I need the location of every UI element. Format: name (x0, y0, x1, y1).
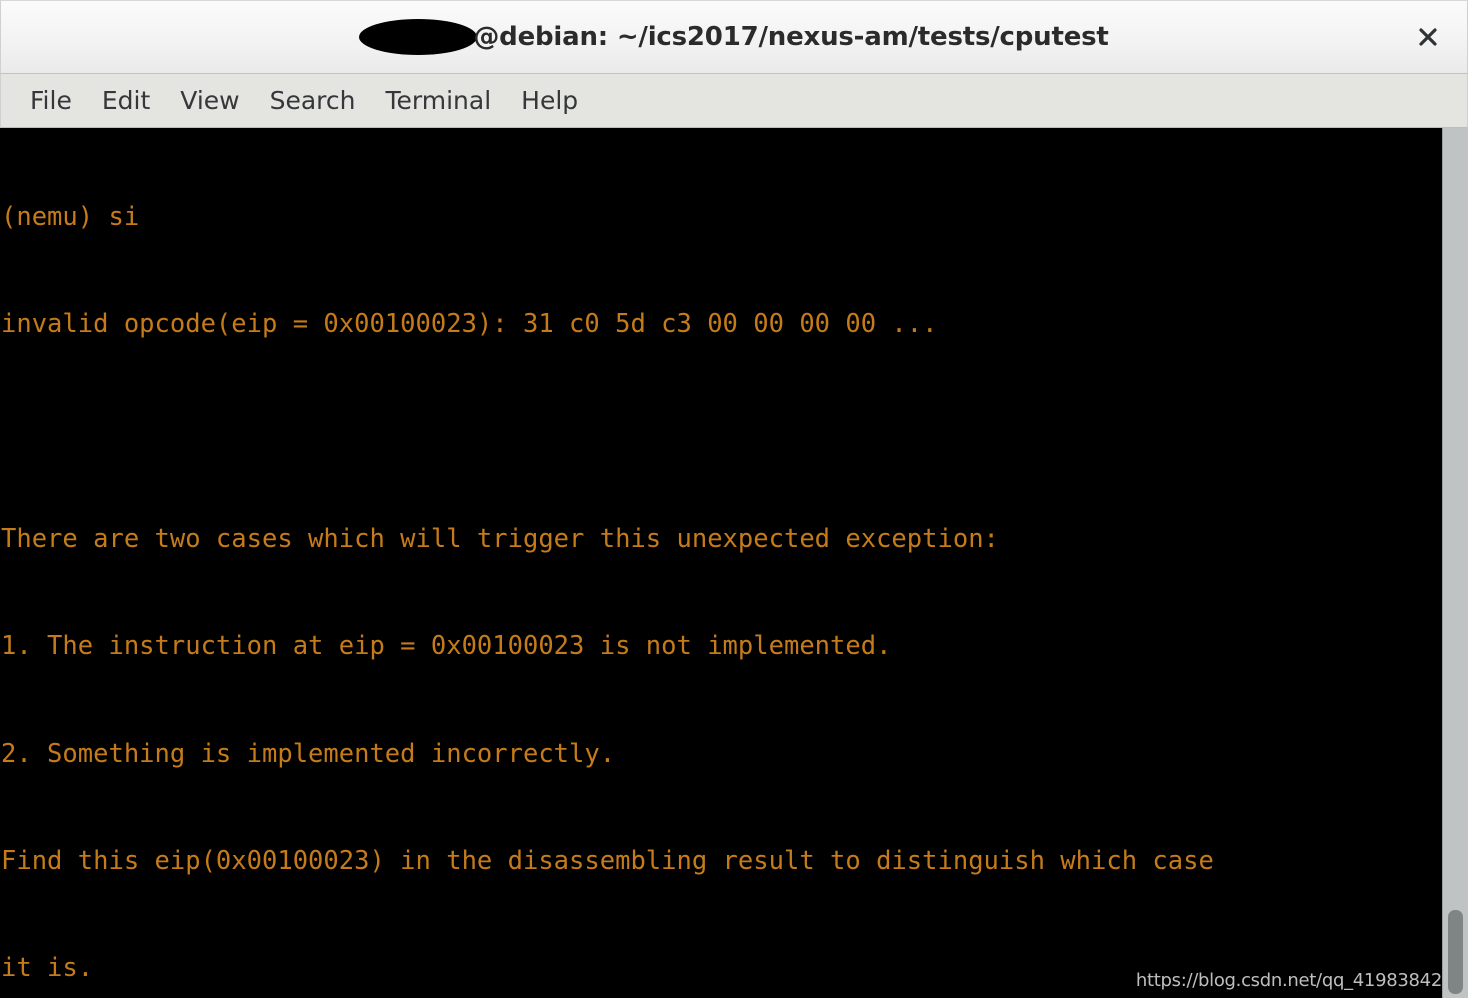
window-titlebar: @debian: ~/ics2017/nexus-am/tests/cputes… (0, 0, 1468, 74)
terminal-scrollbar[interactable] (1442, 128, 1468, 998)
terminal-prompt-line: (nemu) si (1, 201, 140, 232)
terminal-line: it is. (1, 953, 94, 984)
terminal-body[interactable]: (nemu) si invalid opcode(eip = 0x0010002… (0, 128, 1468, 998)
terminal-line: 1. The instruction at eip = 0x00100023 i… (1, 631, 892, 662)
menu-item-file[interactable]: File (15, 84, 87, 117)
menu-item-help[interactable]: Help (506, 84, 593, 117)
terminal-window: @debian: ~/ics2017/nexus-am/tests/cputes… (0, 0, 1468, 998)
close-icon[interactable] (1411, 20, 1445, 54)
menu-item-search[interactable]: Search (255, 84, 371, 117)
scrollbar-thumb[interactable] (1448, 910, 1463, 994)
menu-item-edit[interactable]: Edit (87, 84, 165, 117)
menubar: File Edit View Search Terminal Help (0, 74, 1468, 128)
window-title: @debian: ~/ics2017/nexus-am/tests/cputes… (359, 19, 1109, 55)
terminal-line: Find this eip(0x00100023) in the disasse… (1, 845, 1214, 876)
redacted-username (359, 19, 478, 55)
window-title-text: @debian: ~/ics2017/nexus-am/tests/cputes… (473, 22, 1109, 52)
terminal-output[interactable]: (nemu) si invalid opcode(eip = 0x0010002… (0, 128, 1442, 998)
terminal-line: invalid opcode(eip = 0x00100023): 31 c0 … (1, 308, 938, 339)
menu-item-view[interactable]: View (165, 84, 254, 117)
terminal-line: There are two cases which will trigger t… (1, 523, 999, 554)
menu-item-terminal[interactable]: Terminal (370, 84, 506, 117)
terminal-line: 2. Something is implemented incorrectly. (1, 738, 616, 769)
